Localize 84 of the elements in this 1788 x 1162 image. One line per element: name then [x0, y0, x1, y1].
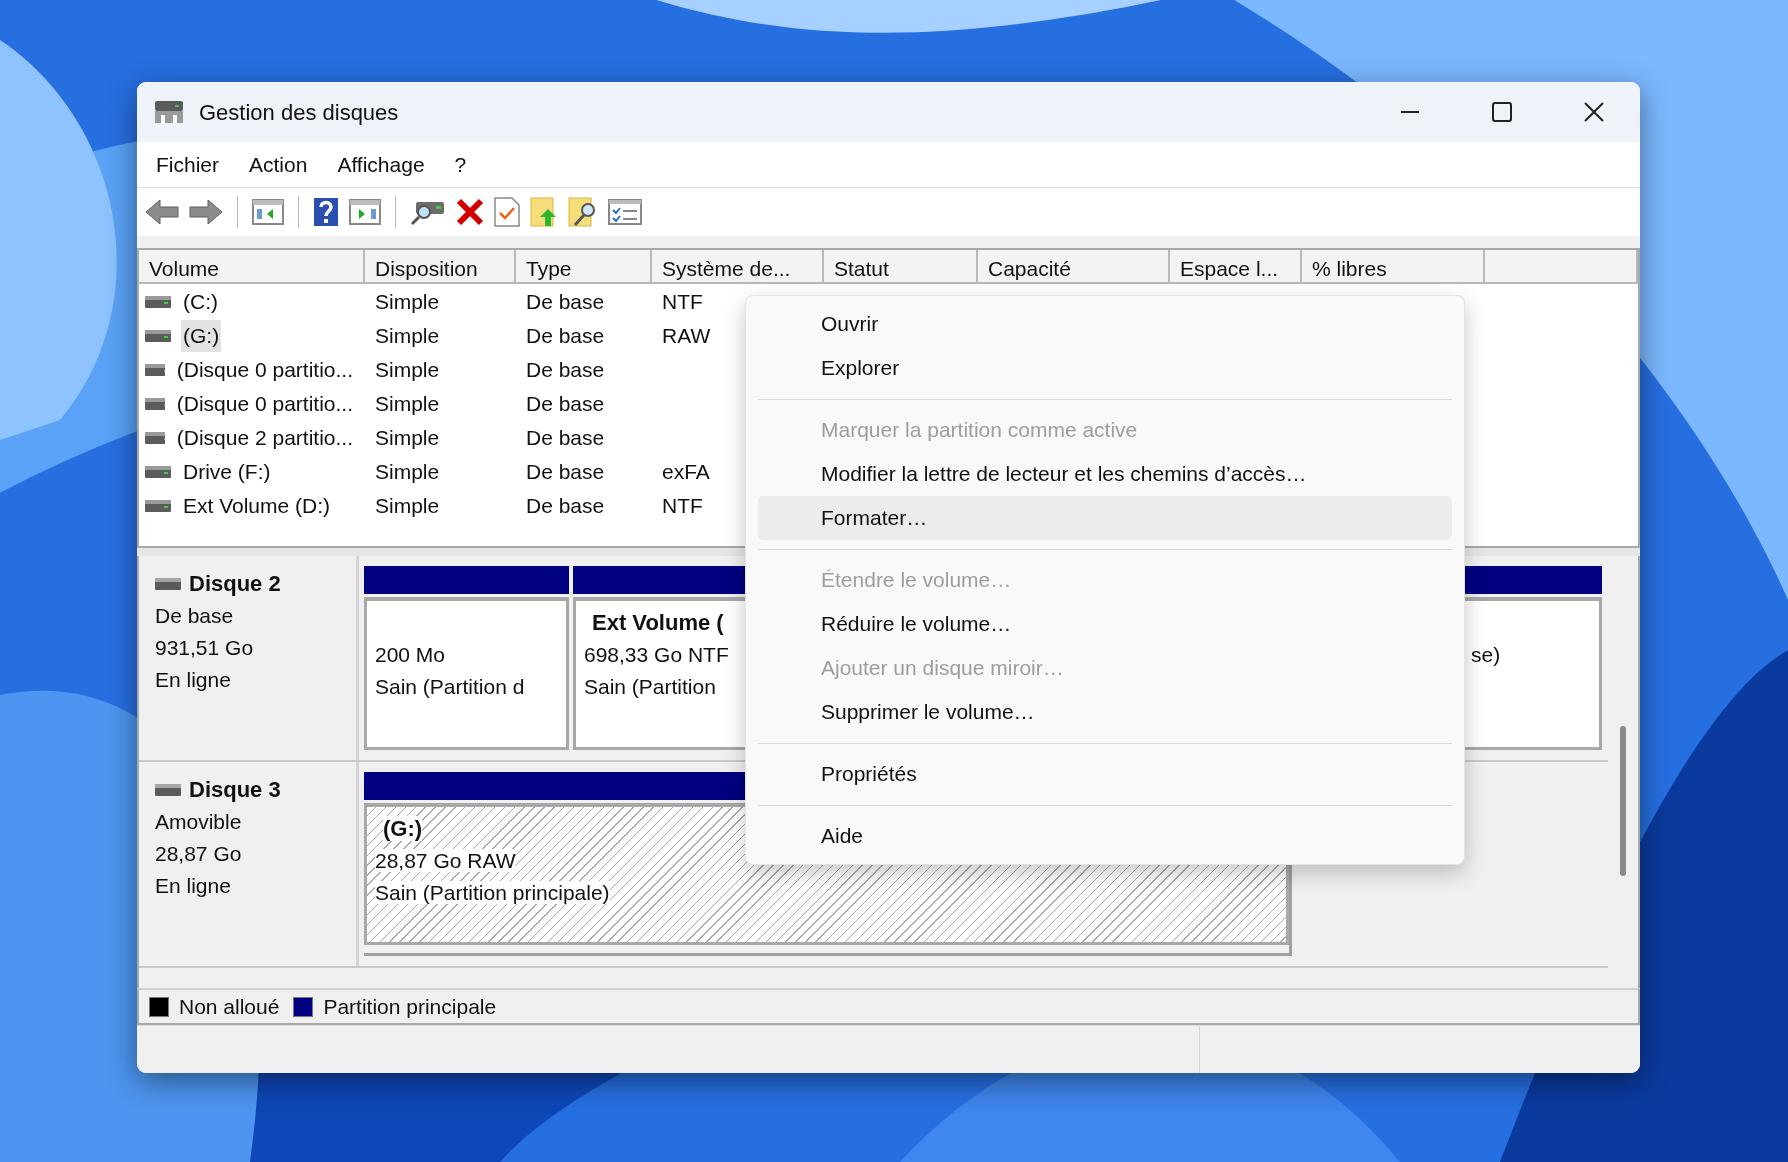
table-cell-text: Simple [374, 357, 441, 384]
table-cell-text: NTF [661, 493, 704, 520]
table-cell-text: NTF [661, 289, 704, 316]
column-header[interactable]: Capacité [978, 250, 1170, 284]
drive-label[interactable]: (C:) [181, 286, 220, 318]
drive-icon [145, 432, 165, 444]
window-title: Gestion des disques [199, 98, 399, 127]
legend-label: Non alloué [179, 993, 280, 1020]
table-cell-text: Simple [374, 323, 441, 350]
disk-management-icon [153, 99, 185, 125]
folder-search-icon[interactable] [568, 197, 598, 227]
table-cell-text: De base [525, 425, 606, 452]
disk-name: Disque 2 [189, 570, 281, 598]
partition-info: 200 Mo [375, 643, 446, 666]
document-check-icon[interactable] [494, 197, 520, 227]
partition-name: Ext Volume ( [592, 610, 724, 635]
partition-info: Sain (Partition principale) [375, 881, 610, 904]
maximize-icon[interactable] [1492, 102, 1512, 122]
drive-label[interactable]: (G:) [181, 320, 222, 352]
drive-icon [145, 500, 171, 512]
partition-info: Sain (Partition d [375, 675, 525, 698]
partition-info: 698,33 Go NTF [584, 643, 729, 666]
disk-type: Amovible [155, 809, 243, 835]
disk-size: 28,87 Go [155, 841, 243, 867]
table-cell-text: exFA [661, 459, 711, 486]
menu-item[interactable]: Action [234, 148, 323, 181]
menu-item[interactable]: Explorer [758, 346, 1452, 390]
table-cell-text: De base [525, 493, 606, 520]
close-icon[interactable] [1584, 102, 1604, 122]
drive-label[interactable]: Ext Volume (D:) [181, 490, 333, 522]
drive-icon [145, 398, 165, 410]
column-header[interactable]: Espace l... [1170, 250, 1302, 284]
menu-item[interactable]: Ouvrir [758, 302, 1452, 346]
disk-status: En ligne [155, 873, 232, 899]
table-cell-text: Simple [374, 425, 441, 452]
table-cell-text: De base [525, 357, 606, 384]
table-cell-text: Simple [374, 289, 441, 316]
forward-arrow-icon[interactable] [189, 199, 223, 225]
partition-info: Sain (Partition [584, 675, 716, 698]
drive-label[interactable]: Drive (F:) [181, 456, 273, 488]
partition-area[interactable]: 200 Mo Sain (Partition d [364, 597, 569, 750]
folder-up-arrow-icon[interactable] [530, 197, 558, 227]
column-header[interactable]: Disposition [365, 250, 516, 284]
drive-label[interactable]: (Disque 0 partitio... [174, 354, 355, 386]
column-header[interactable]: Type [516, 250, 652, 284]
drive-icon [145, 296, 171, 308]
partition-info: 28,87 Go RAW [375, 849, 516, 872]
table-cell-text: De base [525, 459, 606, 486]
panel-icon[interactable] [349, 199, 381, 225]
table-cell-text: Simple [374, 391, 441, 418]
disk-type: De base [155, 603, 235, 629]
back-arrow-icon[interactable] [145, 199, 179, 225]
table-cell-text: Simple [374, 493, 441, 520]
panel-icon[interactable] [252, 199, 284, 225]
drive-label[interactable]: (Disque 0 partitio... [174, 388, 355, 420]
partition-info: se) [1471, 643, 1501, 666]
table-cell-text: RAW [661, 323, 712, 350]
disk-size: 931,51 Go [155, 635, 255, 661]
table-cell-text: Simple [374, 459, 441, 486]
menu-item[interactable]: Fichier [141, 148, 234, 181]
partition-name: (G:) [383, 816, 423, 841]
drive-label[interactable]: (Disque 2 partitio... [174, 422, 355, 454]
menu-item[interactable]: Formater… [758, 496, 1452, 540]
drive-icon [145, 466, 171, 478]
scrollbar-thumb[interactable] [1620, 726, 1626, 876]
legend-label: Partition principale [323, 993, 497, 1020]
menu-item[interactable]: ? [439, 148, 482, 181]
table-cell-text: De base [525, 289, 606, 316]
column-header[interactable]: % libres [1302, 250, 1485, 284]
disk-name: Disque 3 [189, 776, 281, 804]
column-header[interactable]: Statut [824, 250, 978, 284]
column-header[interactable]: Volume [139, 250, 365, 284]
table-cell-text: De base [525, 323, 606, 350]
column-header[interactable]: Système de... [652, 250, 824, 284]
menu-item[interactable]: Propriétés [758, 752, 1452, 796]
menu-item[interactable]: Affichage [322, 148, 440, 181]
menu-item[interactable]: Modifier la lettre de lecteur et les chemins d’accès… [758, 452, 1452, 496]
drive-icon [145, 364, 165, 376]
checklist-icon[interactable] [608, 199, 642, 225]
delete-icon[interactable] [456, 198, 484, 226]
disk-status: En ligne [155, 667, 232, 693]
table-cell-text: De base [525, 391, 606, 418]
drive-icon [145, 330, 171, 342]
help-icon[interactable] [313, 197, 339, 227]
